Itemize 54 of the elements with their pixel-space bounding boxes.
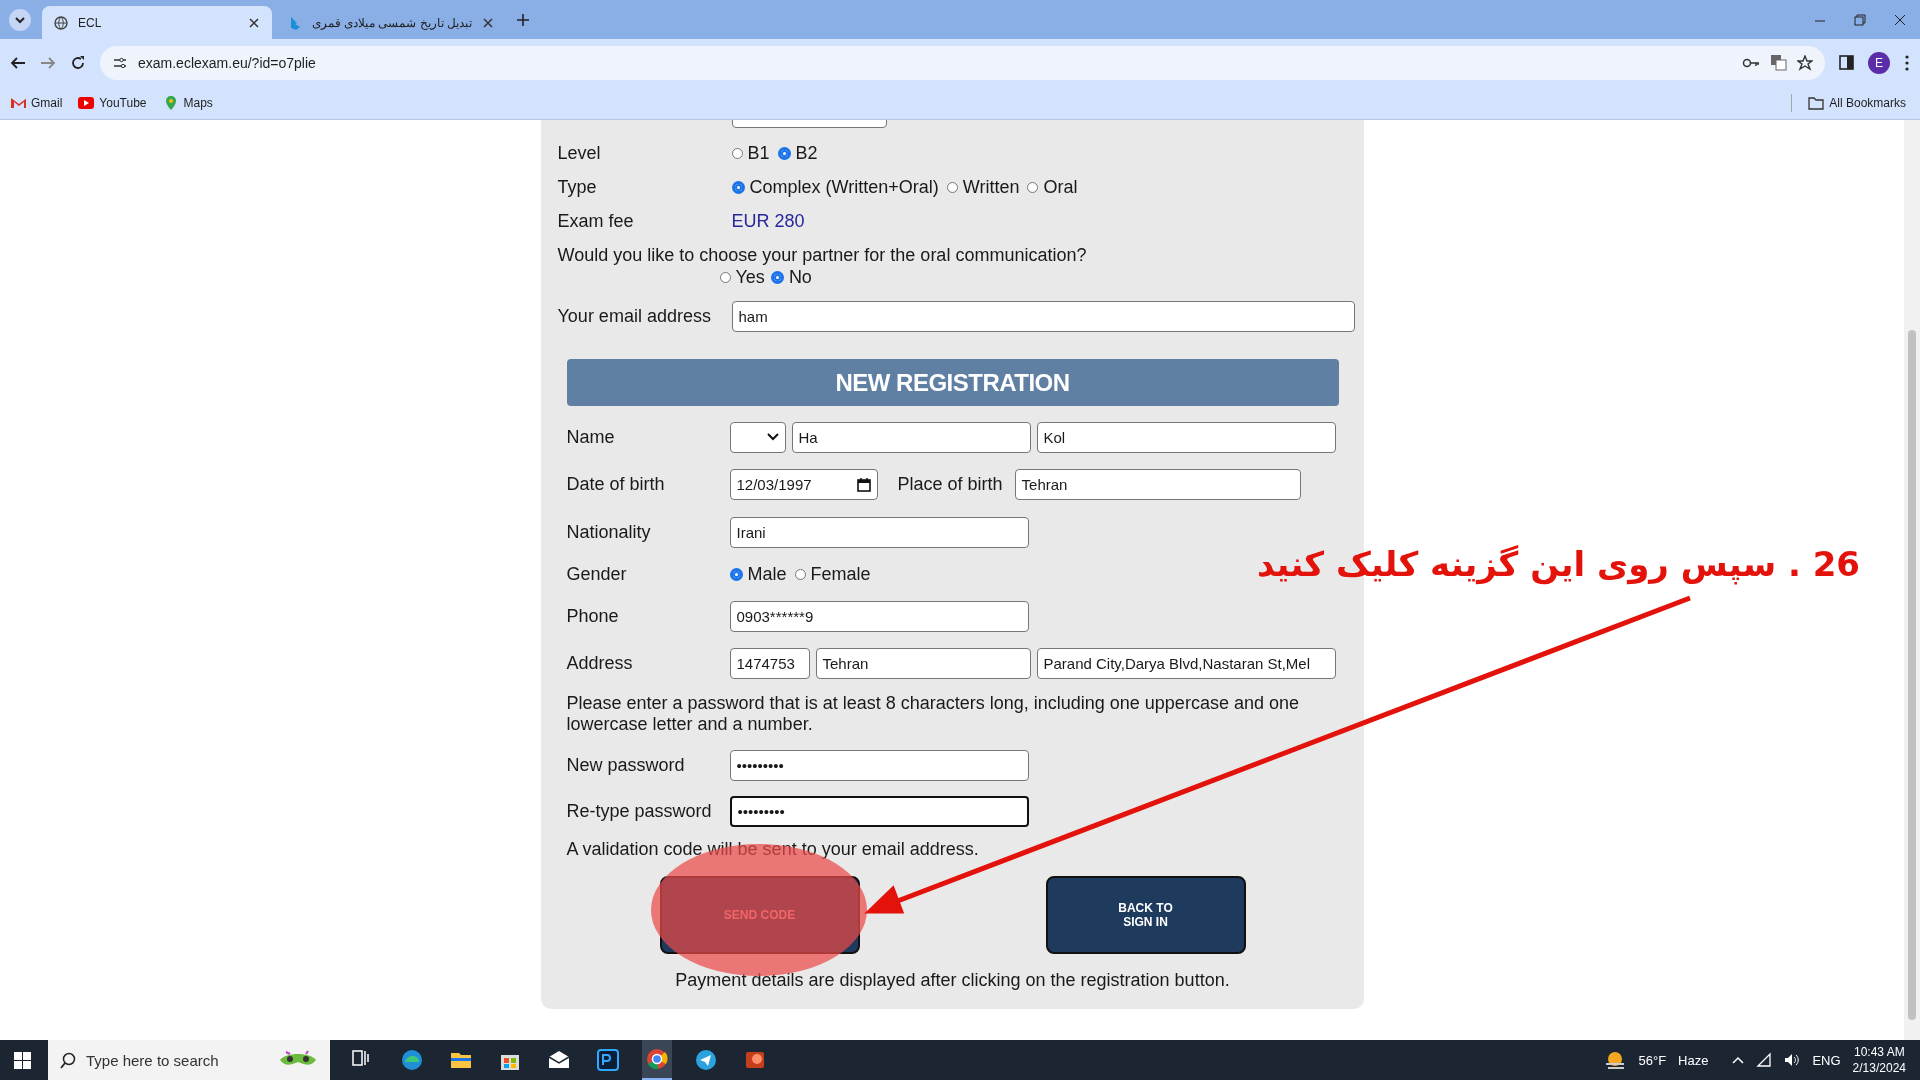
bookmark-link[interactable]: YouTube xyxy=(78,94,147,111)
field-label: Level xyxy=(557,142,602,164)
clock[interactable]: 10:43 AM 2/13/2024 xyxy=(1852,1044,1906,1076)
field-label: Type xyxy=(557,176,598,198)
weather-condition: Haze xyxy=(1678,1052,1709,1068)
input-field[interactable]: 1474753 xyxy=(729,647,810,679)
section-header: NEW REGISTRATION xyxy=(566,359,1339,406)
radio-label: Yes xyxy=(735,266,765,288)
annotation-text: 26 . سپس روی این گزینه کلیک کنید xyxy=(1256,544,1860,584)
field-label: Place of birth xyxy=(897,473,1003,495)
date-field[interactable]: 12/03/1997 xyxy=(729,468,878,500)
email-field[interactable]: ham xyxy=(731,301,1355,332)
radio-label: Female xyxy=(810,563,871,585)
radio-label: B1 xyxy=(747,142,770,164)
radio-label: Complex (Written+Oral) xyxy=(749,176,939,198)
input-field[interactable]: 0903******9 xyxy=(729,600,1029,632)
all-bookmarks-link[interactable]: All Bookmarks xyxy=(1808,94,1906,111)
input-field[interactable]: Irani xyxy=(729,516,1029,548)
address-bar[interactable]: exam.eclexam.eu/?id=o7plie xyxy=(100,45,1825,80)
radio-label: Oral xyxy=(1043,176,1078,198)
radio-label: Male xyxy=(747,563,787,585)
field-label: Gender xyxy=(566,563,628,585)
browser-tab[interactable]: تبدیل تاریخ شمسی میلادی قمری xyxy=(276,6,506,39)
weather-temperature: 56°F xyxy=(1638,1052,1667,1068)
question-text: Would you like to choose your partner for the oral communication? xyxy=(557,244,1087,266)
input-field[interactable]: Kol xyxy=(1036,421,1336,453)
field-label: Date of birth xyxy=(566,473,666,495)
field-label: Exam fee xyxy=(557,210,635,232)
profile-avatar[interactable]: E xyxy=(1868,51,1890,74)
footer-text: Payment details are displayed after clicking on the registration button. xyxy=(674,970,1231,991)
field-label: Address xyxy=(566,652,634,674)
field-label: Name xyxy=(566,426,616,448)
fee-value: EUR 280 xyxy=(731,210,805,232)
radio-label: B2 xyxy=(795,142,818,164)
password-field[interactable]: ••••••••• xyxy=(729,749,1029,781)
language-indicator[interactable]: ENG xyxy=(1812,1052,1841,1068)
taskbar-search-field[interactable]: Type here to search xyxy=(48,1040,330,1080)
bookmark-link[interactable]: Maps xyxy=(162,94,213,111)
radio-label: Written xyxy=(962,176,1020,198)
field-label: New password xyxy=(566,754,686,776)
action-button[interactable]: BACK TO SIGN IN xyxy=(1045,876,1246,954)
field-label: Re-type password xyxy=(566,800,713,822)
field-label: Your email address xyxy=(557,306,712,327)
radio-label: No xyxy=(788,266,812,288)
input-field[interactable]: Parand City,Darya Blvd,Nastaran St,Mel xyxy=(1036,647,1336,679)
input-field[interactable]: Tehran xyxy=(1014,468,1301,500)
browser-tab[interactable]: ECL xyxy=(42,6,272,39)
info-text: Please enter a password that is at least 8 characters long, including one uppercase and one lowercase letter and a number. xyxy=(566,693,1300,735)
field-label: Nationality xyxy=(566,521,652,543)
password-field[interactable]: ••••••••• xyxy=(729,795,1029,827)
input-field[interactable]: Ha xyxy=(791,421,1031,453)
field-label: Phone xyxy=(566,605,620,627)
bookmark-link[interactable]: Gmail xyxy=(10,94,63,111)
input-field[interactable]: Tehran xyxy=(815,647,1031,679)
